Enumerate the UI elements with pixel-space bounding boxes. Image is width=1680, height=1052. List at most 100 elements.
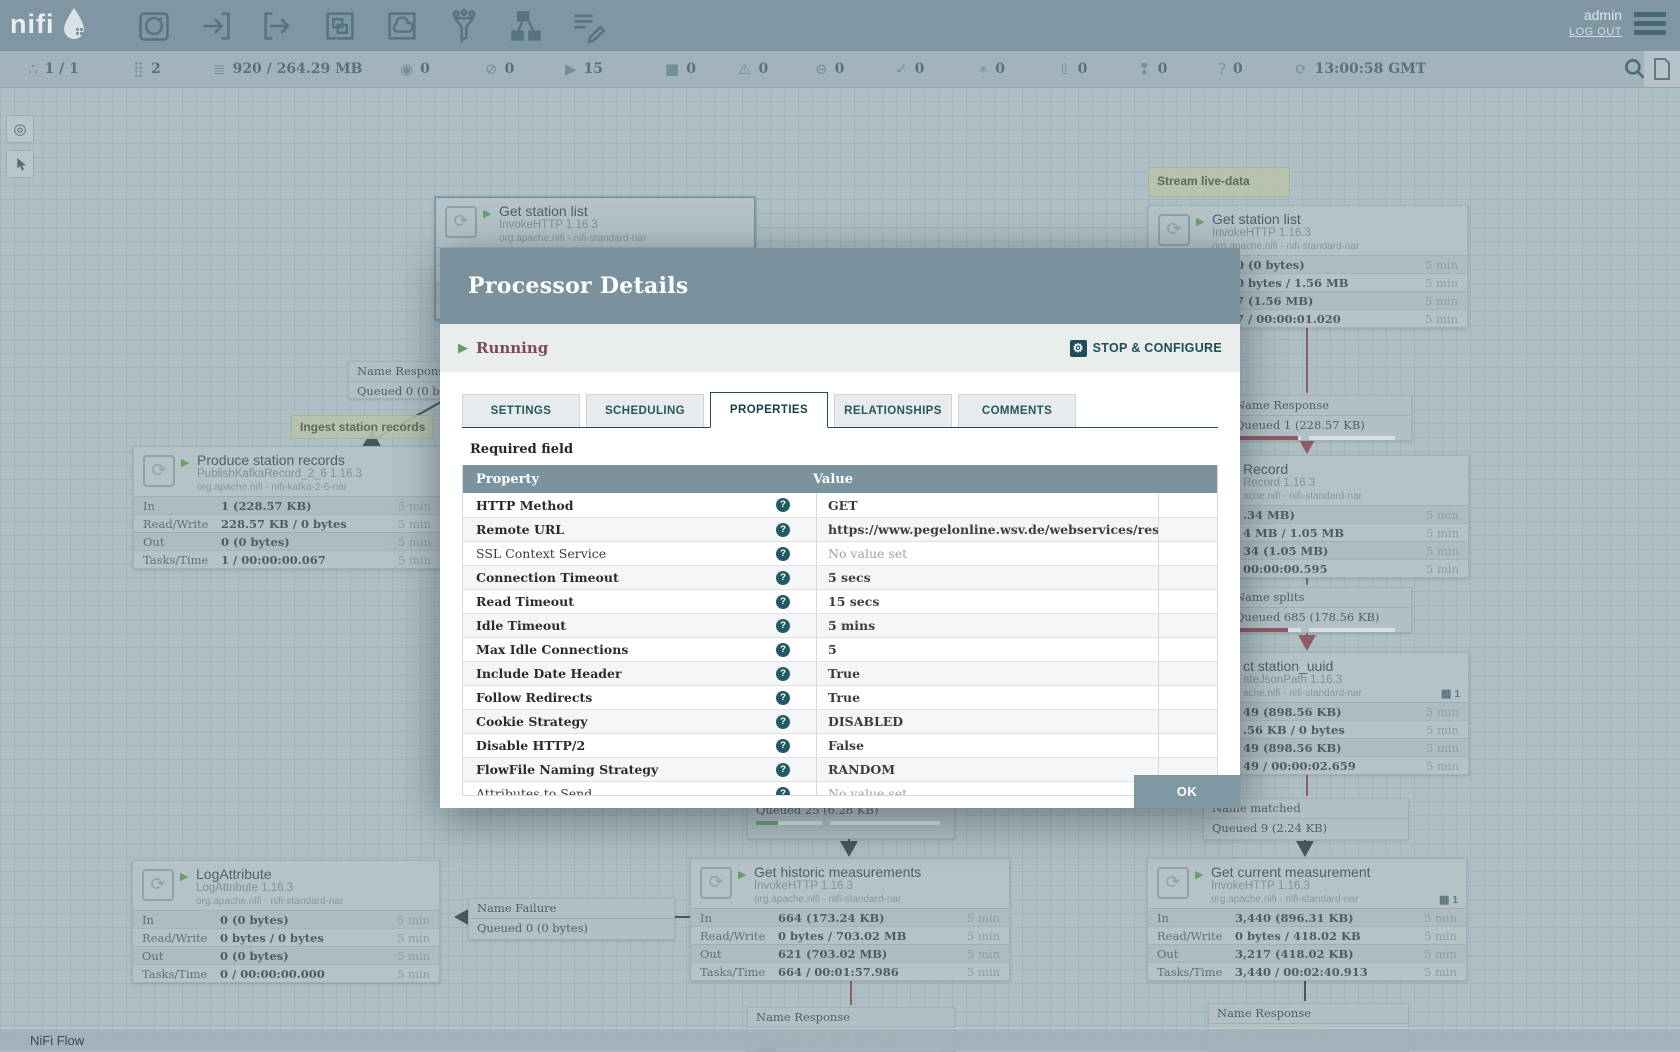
active-thread-badge: ▦1: [1439, 893, 1466, 906]
status-running: ▶15: [565, 51, 603, 87]
help-icon[interactable]: ?: [776, 571, 790, 585]
table-row: Disable HTTP/2 ? False: [463, 733, 1217, 757]
status-stale: ⇧0: [1058, 51, 1087, 87]
property-value[interactable]: No value set: [817, 546, 1158, 561]
processor-get-historic-measurements[interactable]: ⟳ ▶ Get historic measurements InvokeHTTP…: [690, 858, 1010, 981]
not-transmitting-icon: ⊘: [485, 60, 498, 78]
table-row: Max Idle Connections ? 5: [463, 637, 1217, 661]
property-value[interactable]: 5 mins: [817, 618, 1158, 633]
threads-grid-icon: ▦: [1441, 688, 1451, 700]
breadcrumb: NiFi Flow: [0, 1028, 1680, 1051]
stop-and-configure-button[interactable]: ⚙ STOP & CONFIGURE: [1070, 340, 1222, 357]
input-port-component-icon[interactable]: [197, 7, 235, 45]
locally-modified-icon: ∗: [978, 60, 988, 78]
nifi-logo: nifi: [10, 6, 89, 42]
help-icon[interactable]: ?: [776, 667, 790, 681]
running-indicator-icon: ▶: [1195, 868, 1203, 881]
running-status-icon: ▶: [458, 340, 468, 356]
tab-comments[interactable]: COMMENTS: [958, 394, 1076, 427]
connection-response-right[interactable]: Name Response Queued 1 (228.57 KB): [1226, 395, 1412, 441]
logout-link[interactable]: LOG OUT: [1569, 26, 1622, 38]
bulletin-tile-icon[interactable]: [1644, 51, 1680, 87]
processor-log-attribute[interactable]: ⟳ ▶ LogAttribute LogAttribute 1.16.3 org…: [132, 860, 440, 983]
help-icon[interactable]: ?: [776, 547, 790, 561]
help-icon[interactable]: ?: [776, 763, 790, 777]
table-row: FlowFile Naming Strategy ? RANDOM: [463, 757, 1217, 781]
status-refresh[interactable]: ⟳13:00:58 GMT: [1295, 51, 1426, 87]
property-value[interactable]: https://www.pegelonline.wsv.de/webservic…: [817, 522, 1158, 537]
status-locally-modified: ∗0: [978, 51, 1005, 87]
breadcrumb-root[interactable]: NiFi Flow: [30, 1033, 84, 1048]
table-row: Idle Timeout ? 5 mins: [463, 613, 1217, 637]
connection-splits[interactable]: Name splits Queued 685 (178.56 KB): [1226, 587, 1412, 633]
table-row: Attributes to Send ? No value set: [463, 781, 1217, 795]
table-row: Include Date Header ? True: [463, 661, 1217, 685]
property-value[interactable]: 5 secs: [817, 570, 1158, 585]
property-value[interactable]: No value set: [817, 786, 1158, 795]
canvas-label-ingest[interactable]: Ingest station records: [291, 415, 433, 439]
help-icon[interactable]: ?: [776, 498, 790, 512]
remote-process-group-component-icon[interactable]: [383, 7, 421, 45]
properties-table-rows: HTTP Method ? GET Remote URL ? https://w…: [463, 493, 1217, 795]
nifi-drop-icon: [59, 6, 89, 42]
required-field-note: Required field: [470, 442, 1216, 457]
navigate-palette-button[interactable]: ◎: [6, 115, 34, 143]
property-value[interactable]: RANDOM: [817, 762, 1158, 777]
process-group-component-icon[interactable]: [321, 7, 359, 45]
help-icon[interactable]: ?: [776, 523, 790, 537]
running-indicator-icon: ▶: [483, 207, 491, 220]
locally-modified-stale-icon: ❢: [1138, 60, 1151, 78]
running-indicator-icon: ▶: [180, 870, 188, 883]
property-value[interactable]: DISABLED: [817, 714, 1158, 729]
global-menu-icon[interactable]: [1634, 12, 1666, 39]
processor-icon: ⟳: [1157, 867, 1189, 899]
tab-settings[interactable]: SETTINGS: [462, 394, 580, 427]
template-component-icon[interactable]: [507, 7, 545, 45]
table-row: SSL Context Service ? No value set: [463, 541, 1217, 565]
active-threads-icon: ⣿: [133, 60, 144, 78]
property-value[interactable]: 15 secs: [817, 594, 1158, 609]
dialog-header: Processor Details: [440, 248, 1240, 324]
user-box: admin LOG OUT: [1569, 7, 1622, 38]
status-sync-failure: ?0: [1218, 51, 1243, 87]
help-icon[interactable]: ?: [776, 619, 790, 633]
funnel-component-icon[interactable]: [445, 7, 483, 45]
table-row: Cookie Strategy ? DISABLED: [463, 709, 1217, 733]
ok-button[interactable]: OK: [1134, 775, 1240, 808]
connection-failure[interactable]: Name Failure Queued 0 (0 bytes): [468, 898, 675, 940]
property-value[interactable]: False: [817, 738, 1158, 753]
help-icon[interactable]: ?: [776, 715, 790, 729]
invalid-icon: ⚠: [738, 60, 751, 78]
help-icon[interactable]: ?: [776, 643, 790, 657]
help-icon[interactable]: ?: [776, 691, 790, 705]
help-icon[interactable]: ?: [776, 739, 790, 753]
status-cluster: ∴1 / 1: [28, 51, 79, 87]
property-value[interactable]: GET: [817, 498, 1158, 513]
transmitting-icon: ◉: [400, 60, 413, 78]
tab-properties[interactable]: PROPERTIES: [710, 392, 828, 428]
processor-details-dialog: Processor Details ▶ Running ⚙ STOP & CON…: [440, 248, 1240, 808]
operate-palette-button[interactable]: [6, 150, 34, 178]
processor-component-icon[interactable]: [135, 7, 173, 45]
property-value[interactable]: 5: [817, 642, 1158, 657]
tab-relationships[interactable]: RELATIONSHIPS: [834, 394, 952, 427]
processor-produce-station-records[interactable]: ⟳ ▶ Produce station records PublishKafka…: [133, 446, 441, 569]
output-port-component-icon[interactable]: [259, 7, 297, 45]
processor-icon: ⟳: [142, 869, 174, 901]
canvas-label-stream[interactable]: Stream live-data: [1148, 167, 1290, 197]
dialog-status-row: ▶ Running ⚙ STOP & CONFIGURE: [440, 324, 1240, 372]
queue-progress-bars: [1227, 433, 1411, 440]
property-value[interactable]: True: [817, 666, 1158, 681]
table-row: Read Timeout ? 15 secs: [463, 589, 1217, 613]
dialog-tabs: SETTINGS SCHEDULING PROPERTIES RELATIONS…: [462, 392, 1218, 428]
component-toolbar: [135, 7, 607, 45]
status-transmitting: ◉0: [400, 51, 430, 87]
tab-scheduling[interactable]: SCHEDULING: [586, 394, 704, 427]
help-icon[interactable]: ?: [776, 787, 790, 796]
status-locally-modified-stale: ❢0: [1138, 51, 1167, 87]
property-value[interactable]: True: [817, 690, 1158, 705]
processor-get-current-measurement[interactable]: ⟳ ▶ Get current measurement InvokeHTTP 1…: [1147, 858, 1467, 981]
label-component-icon[interactable]: [569, 7, 607, 45]
help-icon[interactable]: ?: [776, 595, 790, 609]
refresh-icon[interactable]: ⟳: [1295, 60, 1308, 78]
